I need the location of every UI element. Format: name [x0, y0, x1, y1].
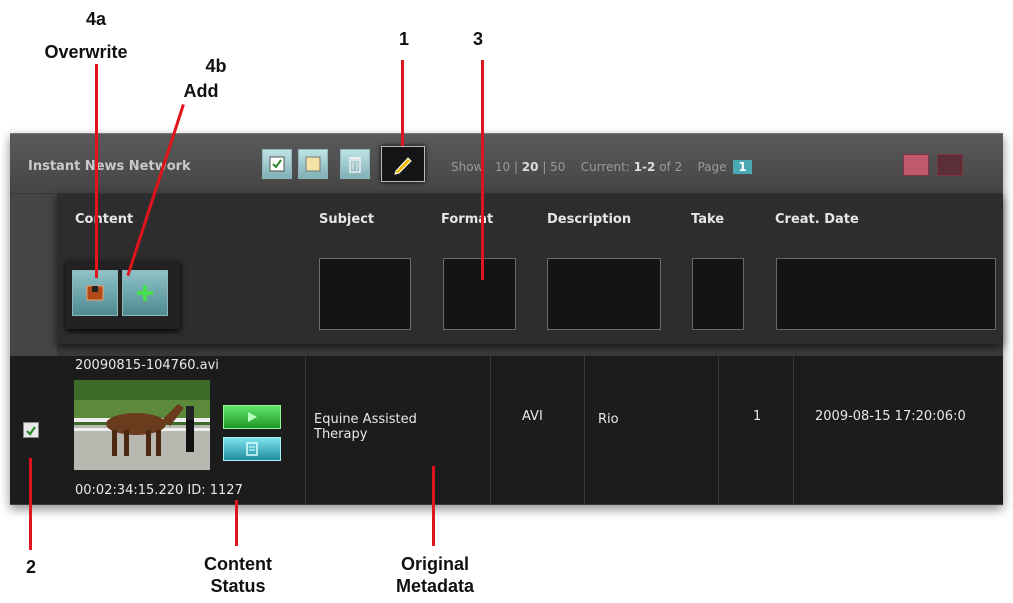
overwrite-icon	[86, 285, 104, 301]
col-created: Creat. Date	[775, 212, 859, 227]
current-label: Current:	[580, 160, 630, 174]
row-description: Rio	[598, 412, 619, 427]
callout-4b-number: 4b	[205, 56, 227, 76]
callout-original-metadata-line2: Metadata	[395, 576, 475, 596]
col-subject: Subject	[319, 212, 375, 227]
list-view-icon[interactable]	[937, 154, 963, 176]
callout-2: 2	[25, 557, 36, 577]
callout-4b-text: Add	[183, 81, 219, 101]
callout-line-original-metadata	[432, 466, 435, 546]
description-field[interactable]	[547, 258, 661, 330]
left-strip	[10, 194, 57, 356]
callout-line-3	[481, 60, 484, 280]
callout-content-status-line2: Status	[210, 576, 266, 596]
current-of: of 2	[659, 160, 683, 174]
callout-line-2	[29, 458, 32, 550]
row-subject-line1: Equine Assisted	[314, 412, 417, 427]
checkbox-icon	[269, 156, 285, 172]
edit-metadata-button[interactable]	[381, 146, 425, 182]
row-take: 1	[753, 409, 762, 424]
grid-view-icon[interactable]	[903, 154, 929, 176]
paging-controls: Show 10 | 20 | 50 Current: 1-2 of 2 Page…	[451, 160, 752, 174]
delete-button[interactable]	[340, 149, 370, 179]
col-take: Take	[691, 212, 725, 227]
empty-box-icon	[305, 156, 321, 172]
document-icon	[246, 442, 258, 456]
col-format: Format	[441, 212, 494, 227]
checkmark-icon	[26, 426, 36, 436]
pencil-icon	[394, 157, 412, 175]
callout-line-1	[401, 60, 404, 146]
metadata-button[interactable]	[223, 437, 281, 461]
callout-original-metadata-line1: Original	[400, 554, 469, 574]
page-label: Page	[697, 160, 727, 174]
row-subject: Equine Assisted Therapy	[314, 412, 417, 442]
add-button[interactable]	[122, 270, 168, 316]
play-button[interactable]	[223, 405, 281, 429]
divider	[490, 356, 491, 504]
page-size-20[interactable]: 20	[522, 160, 539, 174]
row-created: 2009-08-15 17:20:06:0	[815, 409, 966, 424]
page-size-50[interactable]: 50	[550, 160, 565, 174]
trash-icon	[349, 157, 361, 173]
horse-thumbnail-image	[74, 380, 210, 470]
row-format: AVI	[522, 409, 543, 424]
row-filename: 20090815-104760.avi	[75, 358, 219, 373]
deselect-button[interactable]	[298, 149, 328, 179]
play-icon	[248, 412, 257, 422]
col-content: Content	[75, 212, 134, 227]
format-field[interactable]	[443, 258, 516, 330]
callout-4a-number: 4a	[85, 9, 107, 29]
divider	[793, 356, 794, 504]
callout-line-4a	[95, 64, 98, 278]
callout-4a-text: Overwrite	[44, 42, 128, 62]
show-label: Show	[451, 160, 484, 174]
clip-id: ID: 1127	[187, 483, 243, 498]
current-range: 1-2	[633, 160, 656, 174]
page-number[interactable]: 1	[733, 160, 752, 174]
callout-3: 3	[472, 29, 483, 49]
timecode: 00:02:34:15.220	[75, 483, 184, 498]
select-all-button[interactable]	[262, 149, 292, 179]
row-subject-line2: Therapy	[314, 427, 368, 442]
created-date-field[interactable]	[776, 258, 996, 330]
col-description: Description	[547, 212, 632, 227]
divider	[718, 356, 719, 504]
row-checkbox[interactable]	[23, 422, 39, 438]
take-field[interactable]	[692, 258, 744, 330]
divider	[305, 356, 306, 504]
divider	[584, 356, 585, 504]
callout-original-metadata: Original Metadata	[380, 553, 490, 597]
callout-line-content-status	[235, 500, 238, 546]
callout-content-status-line1: Content	[204, 554, 272, 574]
page-size-10[interactable]: 10	[495, 160, 510, 174]
plus-icon	[137, 285, 153, 301]
content-status: 00:02:34:15.220 ID: 1127	[75, 483, 243, 498]
callout-content-status: Content Status	[188, 553, 288, 597]
callout-1: 1	[398, 29, 409, 49]
clip-thumbnail[interactable]	[74, 380, 210, 470]
subject-field[interactable]	[319, 258, 411, 330]
